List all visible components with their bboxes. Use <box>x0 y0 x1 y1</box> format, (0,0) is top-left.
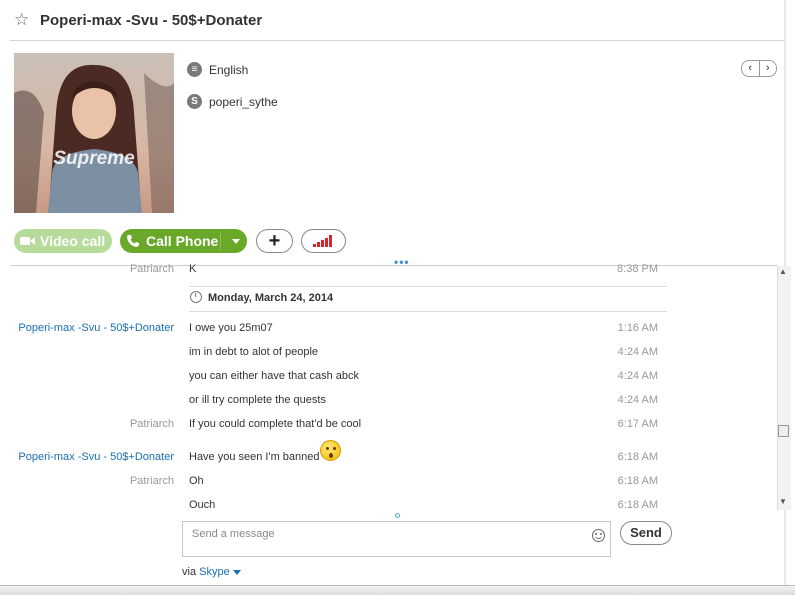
message-time: 4:24 AM <box>617 394 658 406</box>
skype-link[interactable]: Skype <box>199 566 230 578</box>
message-time: 6:17 AM <box>617 418 658 430</box>
message-sender: Patriarch <box>129 263 174 275</box>
message-input[interactable] <box>190 527 574 541</box>
scroll-down-icon[interactable]: ▼ <box>779 497 787 506</box>
plus-icon: + <box>268 229 281 252</box>
via-label: via <box>182 566 197 578</box>
call-phone-label: Call Phone <box>146 233 219 249</box>
chevron-down-icon[interactable] <box>232 238 241 244</box>
message-time: 6:18 AM <box>617 499 658 511</box>
message-sender: Patriarch <box>129 475 174 487</box>
chat-scrollbar[interactable] <box>777 266 791 510</box>
scroll-up-icon[interactable]: ▲ <box>779 267 787 276</box>
video-call-label: Video call <box>40 233 106 249</box>
conversation-title: Poperi-max -Svu - 50$+Donater <box>40 12 263 29</box>
scroll-thumb[interactable] <box>778 425 789 437</box>
message-sender[interactable]: Poperi-max -Svu - 50$+Donater <box>0 322 174 334</box>
message-sender: Patriarch <box>129 418 174 430</box>
message-text: I owe you 25m07 <box>189 322 273 334</box>
message-time: 4:24 AM <box>617 346 658 358</box>
message-time: 6:18 AM <box>617 451 658 463</box>
add-participant-button[interactable]: + <box>256 229 293 253</box>
message-composer[interactable] <box>182 521 611 557</box>
clock-icon <box>190 291 202 303</box>
favorite-star-icon[interactable]: ☆ <box>14 10 29 30</box>
message-text: Ouch <box>189 499 216 511</box>
resize-handle-icon[interactable]: ••• <box>394 255 410 269</box>
surprised-emoticon-icon <box>320 440 341 461</box>
contact-skype-name: poperi_sythe <box>209 95 278 109</box>
profile-nav-arrows: ‹ › <box>741 60 777 77</box>
skype-icon: S <box>187 94 202 109</box>
smiley-icon[interactable] <box>592 529 605 542</box>
date-divider-top <box>189 286 667 287</box>
message-text: you can either have that cash abck <box>189 370 359 382</box>
header-divider <box>10 40 784 41</box>
via-skype-selector: via Skype <box>182 566 241 578</box>
message-text: Have you seen I'm banned <box>189 451 320 463</box>
signal-bars-icon <box>312 235 332 247</box>
message-text: Oh <box>189 475 204 487</box>
send-button[interactable]: Send <box>620 521 672 545</box>
next-arrow-icon[interactable]: › <box>760 61 777 76</box>
call-quality-button[interactable] <box>301 229 346 253</box>
message-time: 4:24 AM <box>617 370 658 382</box>
avatar-image <box>14 53 174 213</box>
call-phone-button[interactable]: Call Phone <box>120 229 247 253</box>
message-text: im in debt to alot of people <box>189 346 319 358</box>
chevron-down-icon[interactable] <box>232 569 241 575</box>
call-button-divider <box>220 232 221 250</box>
message-time: 1:16 AM <box>617 322 658 334</box>
video-camera-icon <box>20 237 35 245</box>
speech-bubble-icon: ≡ <box>187 62 202 77</box>
prev-arrow-icon[interactable]: ‹ <box>742 61 760 76</box>
message-text: K <box>189 263 197 275</box>
phone-icon <box>127 235 139 247</box>
message-time: 8:38 PM <box>617 263 658 275</box>
date-divider-bottom <box>189 311 667 312</box>
video-call-button[interactable]: Video call <box>14 229 112 253</box>
message-text: or ill try complete the quests <box>189 394 326 406</box>
typing-indicator-icon <box>395 513 400 518</box>
contact-avatar[interactable]: Supreme <box>14 53 174 213</box>
contact-language: English <box>209 63 249 77</box>
date-separator: Monday, March 24, 2014 <box>208 292 334 304</box>
avatar-overlay-text: Supreme <box>53 148 135 169</box>
message-text: If you could complete that'd be cool <box>189 418 362 430</box>
message-sender[interactable]: Poperi-max -Svu - 50$+Donater <box>0 451 174 463</box>
message-time: 6:18 AM <box>617 475 658 487</box>
